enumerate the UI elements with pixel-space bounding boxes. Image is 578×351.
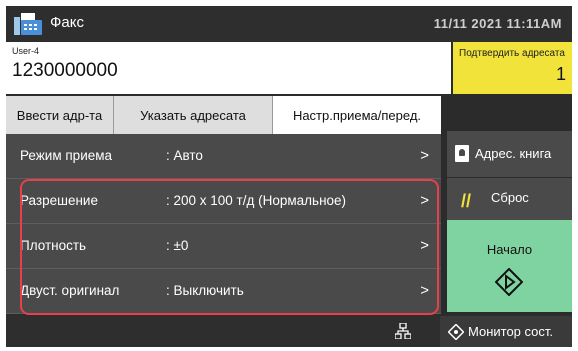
setting-label: Разрешение bbox=[20, 193, 98, 208]
address-book-icon bbox=[455, 145, 469, 162]
destination-field[interactable]: User-4 1230000000 bbox=[6, 42, 451, 94]
reset-icon: // bbox=[461, 191, 472, 211]
setting-density[interactable]: Плотность : ±0 > bbox=[6, 224, 441, 269]
address-book-button[interactable]: Адрес. книга bbox=[447, 131, 572, 177]
tab-bar: Ввести адр-та Указать адресата Настр.при… bbox=[6, 96, 441, 134]
fax-icon bbox=[14, 13, 42, 35]
start-button[interactable]: Начало bbox=[447, 220, 572, 312]
setting-label: Плотность bbox=[20, 238, 87, 253]
setting-value: : Авто bbox=[166, 148, 203, 163]
setting-duplex-original[interactable]: Двуст. оригинал : Выключить > bbox=[6, 269, 441, 314]
chevron-right-icon: > bbox=[420, 192, 429, 209]
settings-list: Режим приема : Авто > Разрешение : 200 x… bbox=[6, 134, 441, 314]
status-monitor-icon bbox=[448, 324, 464, 340]
reset-button[interactable]: // Сброс bbox=[447, 178, 572, 220]
destination-user: User-4 bbox=[12, 46, 40, 56]
setting-receive-mode[interactable]: Режим приема : Авто > bbox=[6, 134, 441, 179]
status-monitor-label: Монитор сост. bbox=[468, 324, 554, 339]
network-icon bbox=[395, 323, 411, 339]
tab-label: Ввести адр-та bbox=[16, 107, 103, 123]
destination-count: 1 bbox=[555, 64, 566, 84]
address-book-label: Адрес. книга bbox=[475, 146, 552, 161]
chevron-right-icon: > bbox=[420, 282, 429, 299]
setting-value: : Выключить bbox=[166, 283, 244, 298]
tab-rx-tx-settings[interactable]: Настр.приема/перед. bbox=[273, 96, 441, 134]
fax-screen: Факс 11/11 2021 11:11AM User-4 123000000… bbox=[6, 6, 572, 347]
app-title: Факс bbox=[50, 14, 84, 31]
clock: 11/11 2021 11:11AM bbox=[433, 16, 562, 31]
setting-label: Режим приема bbox=[20, 148, 113, 163]
status-monitor-button[interactable]: Монитор сост. bbox=[440, 316, 572, 347]
tab-label: Указать адресата bbox=[140, 107, 246, 123]
chevron-right-icon: > bbox=[420, 237, 429, 254]
setting-resolution[interactable]: Разрешение : 200 x 100 т/д (Нормальное) … bbox=[6, 179, 441, 224]
bottom-bar: Монитор сост. bbox=[6, 315, 572, 347]
tab-label: Настр.приема/перед. bbox=[292, 107, 422, 123]
title-bar: Факс 11/11 2021 11:11AM bbox=[6, 6, 572, 42]
reset-label: Сброс bbox=[491, 190, 529, 205]
setting-value: : ±0 bbox=[166, 238, 189, 253]
start-icon bbox=[495, 268, 523, 296]
setting-value: : 200 x 100 т/д (Нормальное) bbox=[166, 193, 347, 208]
destination-number: 1230000000 bbox=[12, 60, 118, 81]
confirm-destination-button[interactable]: Подтвердить адресата 1 bbox=[453, 42, 572, 94]
confirm-destination-label: Подтвердить адресата bbox=[459, 48, 565, 59]
start-label: Начало bbox=[486, 242, 533, 257]
tab-enter-destination[interactable]: Ввести адр-та bbox=[6, 96, 114, 134]
tab-specify-destination[interactable]: Указать адресата bbox=[114, 96, 273, 134]
setting-label: Двуст. оригинал bbox=[20, 283, 120, 298]
chevron-right-icon: > bbox=[420, 147, 429, 164]
